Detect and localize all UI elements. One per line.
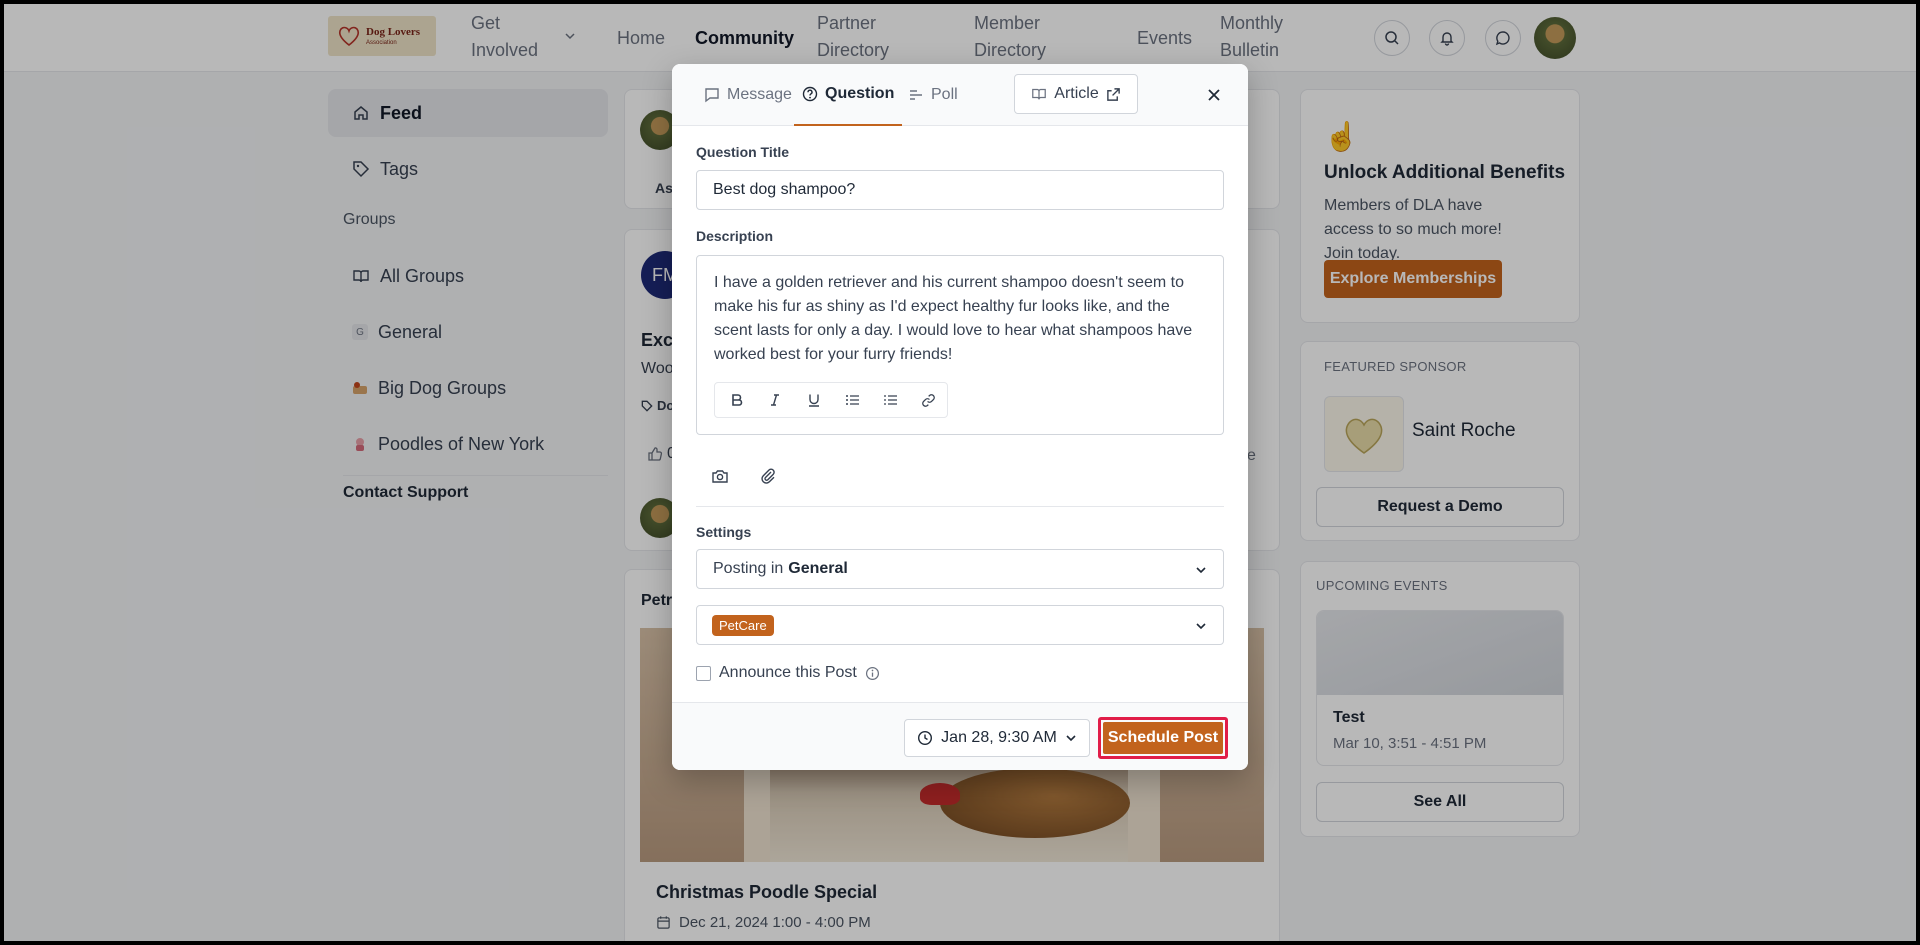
numbered-list-button[interactable]: [872, 385, 908, 415]
announce-checkbox[interactable]: [696, 665, 711, 681]
posting-in-group: General: [788, 560, 848, 577]
question-title-input[interactable]: [696, 170, 1224, 210]
post-type-tabs: Message Question Poll Article: [672, 64, 1248, 126]
underline-icon: [808, 394, 819, 407]
modal-divider: [696, 506, 1224, 507]
bold-button[interactable]: [719, 385, 755, 415]
tab-label: Message: [727, 86, 792, 103]
bullet-list-button[interactable]: [834, 385, 870, 415]
tab-poll[interactable]: Poll: [908, 64, 958, 126]
underline-button[interactable]: [796, 385, 832, 415]
description-editor[interactable]: I have a golden retriever and his curren…: [696, 255, 1224, 435]
link-button[interactable]: [911, 385, 947, 415]
italic-button[interactable]: [757, 385, 793, 415]
camera-icon: [712, 470, 728, 483]
announce-label[interactable]: Announce this Post: [719, 664, 857, 682]
question-title-label: Question Title: [696, 144, 790, 160]
close-icon: [1208, 89, 1220, 101]
message-icon: [705, 88, 719, 103]
schedule-post-button[interactable]: Schedule Post: [1103, 722, 1223, 754]
tab-question[interactable]: Question: [794, 64, 903, 126]
bold-icon: [732, 394, 743, 406]
article-button[interactable]: Article: [1014, 74, 1138, 114]
clock-icon: [918, 730, 933, 746]
link-icon: [922, 393, 936, 407]
tag-chip[interactable]: PetCare: [712, 614, 774, 636]
italic-icon: [771, 394, 780, 406]
tab-label: Poll: [931, 86, 958, 103]
settings-label: Settings: [696, 524, 752, 540]
info-icon[interactable]: [865, 666, 880, 681]
attach-file-button[interactable]: [750, 458, 786, 494]
tab-message[interactable]: Message: [704, 64, 792, 126]
numbered-list-icon: [883, 395, 897, 405]
description-label: Description: [696, 228, 774, 244]
chevron-down-icon: [1066, 735, 1076, 742]
bullet-list-icon: [845, 395, 859, 405]
posting-in-prefix: Posting in: [713, 560, 784, 577]
announce-option: Announce this Post: [696, 664, 880, 682]
schedule-datetime-picker[interactable]: Jan 28, 9:30 AM: [904, 719, 1090, 757]
article-label: Article: [1054, 85, 1099, 102]
chevron-down-icon: [1196, 567, 1206, 574]
paperclip-icon: [761, 468, 775, 484]
book-open-icon: [1032, 88, 1047, 100]
group-select[interactable]: Posting in General: [696, 549, 1224, 589]
rich-text-toolbar: [714, 382, 948, 418]
schedule-datetime: Jan 28, 9:30 AM: [941, 729, 1057, 746]
tag-select[interactable]: PetCare: [696, 605, 1224, 645]
tab-label: Question: [825, 85, 895, 102]
close-modal-button[interactable]: [1202, 83, 1226, 107]
create-post-modal: Message Question Poll Article Question T…: [672, 64, 1248, 770]
question-circle-icon: [802, 86, 818, 102]
external-link-icon: [1106, 87, 1120, 101]
description-text[interactable]: I have a golden retriever and his curren…: [714, 271, 1210, 367]
poll-icon: [910, 90, 922, 100]
modal-footer: Jan 28, 9:30 AM Schedule Post: [672, 702, 1248, 770]
schedule-post-highlight: Schedule Post: [1098, 717, 1228, 759]
chevron-down-icon: [1196, 623, 1206, 630]
add-photo-button[interactable]: [702, 458, 738, 494]
